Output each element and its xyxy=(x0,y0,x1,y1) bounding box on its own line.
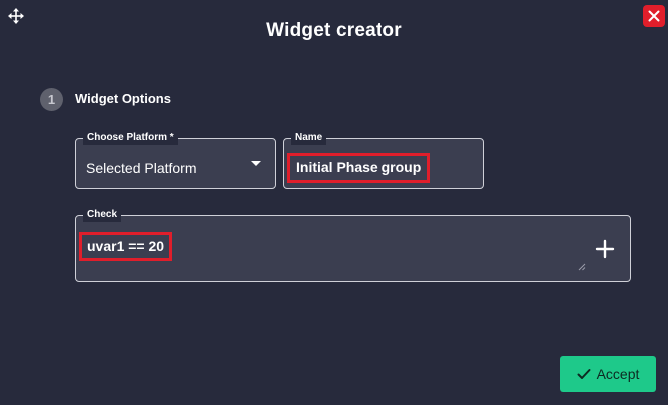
accept-button[interactable]: Accept xyxy=(560,356,656,392)
check-legend: Check xyxy=(83,208,122,222)
step-label: Widget Options xyxy=(75,91,171,106)
platform-legend: Choose Platform * xyxy=(83,131,178,145)
name-field[interactable]: Name Initial Phase group xyxy=(283,131,484,189)
name-legend: Name xyxy=(291,131,327,145)
close-icon xyxy=(648,10,660,22)
check-value[interactable]: uvar1 == 20 xyxy=(79,232,173,261)
name-value[interactable]: Initial Phase group xyxy=(287,153,431,183)
step-number-badge: 1 xyxy=(40,88,63,111)
close-button[interactable] xyxy=(643,5,665,27)
platform-value: Selected Platform xyxy=(86,160,197,176)
check-textarea[interactable]: Check uvar1 == 20 xyxy=(75,208,631,282)
dialog-title: Widget creator xyxy=(266,20,402,41)
plus-icon xyxy=(595,239,615,259)
accept-label: Accept xyxy=(596,366,640,382)
add-condition-button[interactable] xyxy=(592,236,618,262)
resize-handle-icon[interactable] xyxy=(576,261,586,271)
check-icon xyxy=(577,369,591,379)
platform-select[interactable]: Choose Platform * Selected Platform xyxy=(75,131,276,189)
chevron-down-icon xyxy=(251,161,261,166)
